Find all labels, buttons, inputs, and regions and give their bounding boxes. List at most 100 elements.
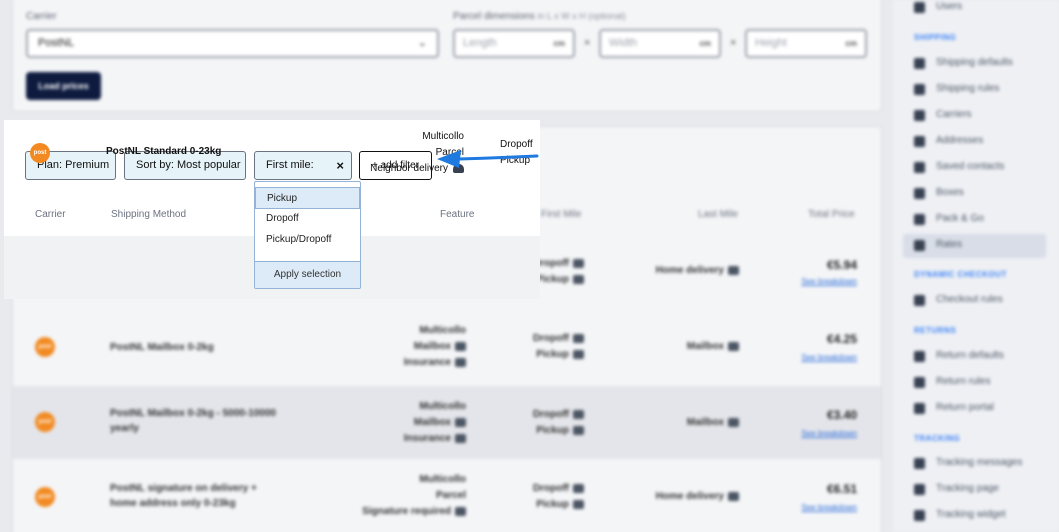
height-placeholder: Height <box>755 37 787 49</box>
feature-cell: Multicollo Mailbox Insurance <box>403 325 466 368</box>
sidebar-header-returns: RETURNS <box>914 326 957 335</box>
printer-icon <box>573 333 584 343</box>
pointer-arrow-icon <box>437 150 539 168</box>
printer-icon <box>573 483 584 493</box>
table-row[interactable]: post PostNL Mailbox 0-2kg Multicollo Mai… <box>13 310 881 385</box>
dropdown-option-dropoff[interactable]: Dropoff <box>255 208 360 230</box>
width-unit: cm <box>699 39 711 48</box>
times-symbol-1: × <box>584 37 591 49</box>
undo-icon <box>914 403 925 414</box>
postnl-logo: post <box>35 337 55 357</box>
times-symbol-2: × <box>730 37 737 49</box>
last-mile-cell: Mailbox <box>687 417 739 428</box>
truck-icon <box>573 349 584 359</box>
dropdown-option-pickup[interactable]: Pickup <box>255 187 360 209</box>
house-icon <box>728 491 739 501</box>
truck-icon <box>914 110 925 121</box>
see-breakdown-link[interactable]: See breakdown <box>801 429 857 438</box>
rates-icon <box>914 240 925 251</box>
mailbox-icon <box>728 417 739 427</box>
truck-icon <box>573 274 584 284</box>
postnl-logo: post <box>35 487 55 507</box>
shield-icon <box>455 357 466 367</box>
carrier-select-value: PostNL <box>38 37 75 49</box>
sidebar-header-shipping: SHIPPING <box>914 33 957 42</box>
feature-cell: Multicollo Mailbox Insurance <box>403 401 466 444</box>
truck-icon <box>573 425 584 435</box>
postnl-logo: post <box>30 143 50 163</box>
gear-icon <box>914 58 925 69</box>
header-total-price: Total Price <box>808 209 855 220</box>
carrier-select[interactable]: PostNL ⌄ <box>26 29 439 58</box>
truck-icon <box>573 499 584 509</box>
pen-icon <box>455 506 466 516</box>
shipping-method-name: PostNL Standard 0-23kg <box>106 146 222 157</box>
width-input[interactable]: Width cm <box>599 29 721 58</box>
header-carrier: Carrier <box>35 209 66 220</box>
postnl-logo: post <box>35 412 55 432</box>
price: €5.94 <box>826 258 857 272</box>
users-icon <box>914 2 925 13</box>
mailbox-icon <box>455 417 466 427</box>
box-icon <box>914 188 925 199</box>
page-icon <box>914 484 925 495</box>
printer-icon <box>573 258 584 268</box>
see-breakdown-link[interactable]: See breakdown <box>801 353 857 362</box>
printer-icon <box>573 409 584 419</box>
mailbox-icon <box>728 341 739 351</box>
shipping-method-name: PostNL Mailbox 0-2kg <box>110 342 214 353</box>
price: €3.40 <box>826 408 857 422</box>
last-mile-cell: Home delivery <box>656 265 739 276</box>
header-feature: Feature <box>440 209 475 220</box>
first-mile-filter-chip[interactable]: First mile: × <box>254 151 352 180</box>
first-mile-cell: Dropoff Pickup <box>533 407 584 439</box>
address-card-icon <box>914 136 925 147</box>
price: €6.51 <box>826 482 857 496</box>
last-mile-cell: Mailbox <box>687 341 739 352</box>
contact-book-icon <box>914 162 925 173</box>
dropdown-option-pickup-dropoff[interactable]: Pickup/Dropoff <box>255 229 360 251</box>
parcel-dimensions-label: Parcel dimensions in L x W x H (optional… <box>453 11 626 22</box>
parcel-dimensions-optional: in L x W x H (optional) <box>537 11 626 21</box>
house-icon <box>728 265 739 275</box>
width-placeholder: Width <box>609 37 638 49</box>
list-icon <box>914 377 925 388</box>
first-mile-cell: Dropoff Pickup <box>533 481 584 513</box>
height-input[interactable]: Height cm <box>745 29 867 58</box>
parcel-dimensions-label-text: Parcel dimensions <box>453 11 535 22</box>
first-mile-cell: Dropoff Pickup <box>533 256 584 288</box>
shield-icon <box>455 433 466 443</box>
truck-icon <box>914 458 925 469</box>
first-mile-dropdown: Pickup Dropoff Pickup/Dropoff Apply sele… <box>254 181 361 289</box>
last-mile-cell: Home delivery <box>656 491 739 502</box>
load-prices-button[interactable]: Load prices <box>26 72 101 100</box>
shipping-method-name: PostNL signature on delivery + home addr… <box>110 483 257 509</box>
length-unit: cm <box>553 39 565 48</box>
dolly-icon <box>914 214 925 225</box>
gear-icon <box>914 351 925 362</box>
table-row[interactable]: post PostNL Mailbox 0-2kg - 5000-10000 y… <box>13 386 881 459</box>
mailbox-icon <box>455 341 466 351</box>
height-unit: cm <box>845 39 857 48</box>
sidebar-header-dynamic-checkout: DYNAMIC CHECKOUT <box>914 270 1007 279</box>
list-icon <box>914 84 925 95</box>
price: €4.25 <box>826 332 857 346</box>
length-input[interactable]: Length cm <box>453 29 575 58</box>
shipping-method-name: PostNL Mailbox 0-2kg - 5000-10000 yearly <box>110 408 276 434</box>
chevron-down-icon: ⌄ <box>417 37 427 49</box>
list-icon <box>914 295 925 306</box>
see-breakdown-link[interactable]: See breakdown <box>801 277 857 286</box>
sidebar <box>893 0 1059 532</box>
first-mile-chip-label: First mile: <box>266 159 314 171</box>
apply-selection-button[interactable]: Apply selection <box>255 261 360 288</box>
widget-icon <box>914 510 925 521</box>
header-shipping-method: Shipping Method <box>111 209 187 220</box>
header-last-mile: Last Mile <box>698 209 739 220</box>
see-breakdown-link[interactable]: See breakdown <box>801 503 857 512</box>
feature-cell: Multicollo Parcel Signature required <box>362 474 466 517</box>
first-mile-cell: Dropoff Pickup <box>533 331 584 363</box>
sidebar-header-tracking: TRACKING <box>914 434 961 443</box>
header-first-mile: First Mile <box>541 209 582 220</box>
table-row[interactable]: post PostNL signature on delivery + home… <box>13 460 881 532</box>
length-placeholder: Length <box>463 37 497 49</box>
